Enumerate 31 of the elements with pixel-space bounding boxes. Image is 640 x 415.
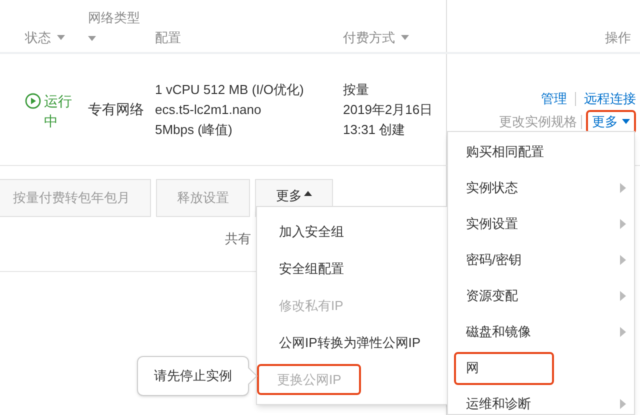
menu-item[interactable]: 实例设置 [454,208,530,240]
billing-text: 2019年2月16日 [343,101,433,119]
column-header[interactable]: 状态 [25,28,51,48]
menu-item[interactable]: 安全组配置 [260,253,363,284]
menu-item[interactable]: 磁盘和镜像 [454,316,543,348]
menu-item[interactable]: 实例状态 [454,172,530,204]
menu-item[interactable]: 公网IP转换为弹性公网IP [260,327,440,358]
menu-item[interactable]: 密码/密钥 [454,244,534,276]
status-text: 运行中 [44,92,73,131]
column-header: 操作 [605,29,631,47]
action-link[interactable]: 管理 [541,89,567,108]
action-link[interactable]: 远程连接 [584,89,636,108]
play-icon [25,93,41,109]
caret-icon [622,119,630,124]
pagination-summary: 共有 [225,230,251,248]
network-type: 专有网络 [88,100,144,119]
billing-text: 13:31 创建 [343,121,406,139]
menu-item[interactable]: 网 [454,352,554,384]
config-text: 1 vCPU 512 MB (I/O优化) [155,81,304,99]
column-header: 配置 [155,29,181,47]
config-text: ecs.t5-lc2m1.nano [155,101,262,119]
column-header[interactable]: 网络类型 [88,8,140,28]
config-text: 5Mbps (峰值) [155,121,234,139]
column-header[interactable]: 付费方式 [343,28,395,48]
menu-item[interactable]: 运维和诊断 [454,388,543,414]
menu-item[interactable]: 购买相同配置 [454,136,556,168]
action-text: 更改实例规格 [499,113,577,131]
billing-text: 按量 [343,81,370,99]
caret-icon [304,191,312,196]
menu-item[interactable]: 加入安全组 [260,216,363,247]
menu-item[interactable]: 资源变配 [454,280,530,312]
